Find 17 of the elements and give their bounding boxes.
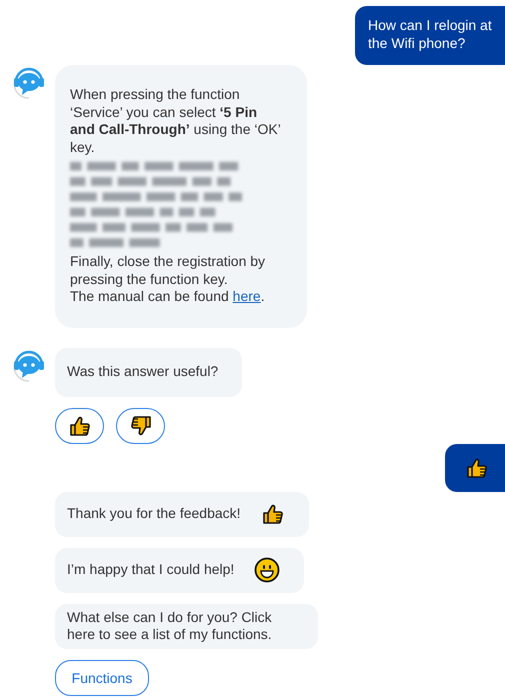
functions-button[interactable]: Functions (55, 660, 149, 696)
link[interactable]: here (232, 288, 261, 304)
message-text: Thank you for the feedback! (67, 505, 241, 523)
message-text: Was this answer useful? (67, 363, 218, 381)
thumbs-up-icon (467, 458, 487, 478)
message-text: What else can I do for you? Click here to see a list of my functions. (67, 608, 273, 644)
message-text: I’m happy that I could help! (67, 561, 234, 579)
thumbs-down-icon (130, 416, 150, 435)
reaction-button[interactable] (55, 408, 104, 444)
thumbs-up-icon (262, 504, 282, 524)
message-text: How can I relogin at the Wifi phone? (368, 17, 493, 52)
message-text: When pressing the function ‘Service’ you can select ‘5 Pin and Call-Through’ using the ‘OK’ key. (70, 86, 282, 156)
message-text: Finally, close the registration by pressing the function key. (70, 253, 266, 288)
thumbs-up-icon (70, 416, 90, 436)
smiley-icon (254, 558, 280, 582)
message-text: The manual can be found here. (70, 288, 266, 306)
reaction-button[interactable] (116, 408, 165, 444)
